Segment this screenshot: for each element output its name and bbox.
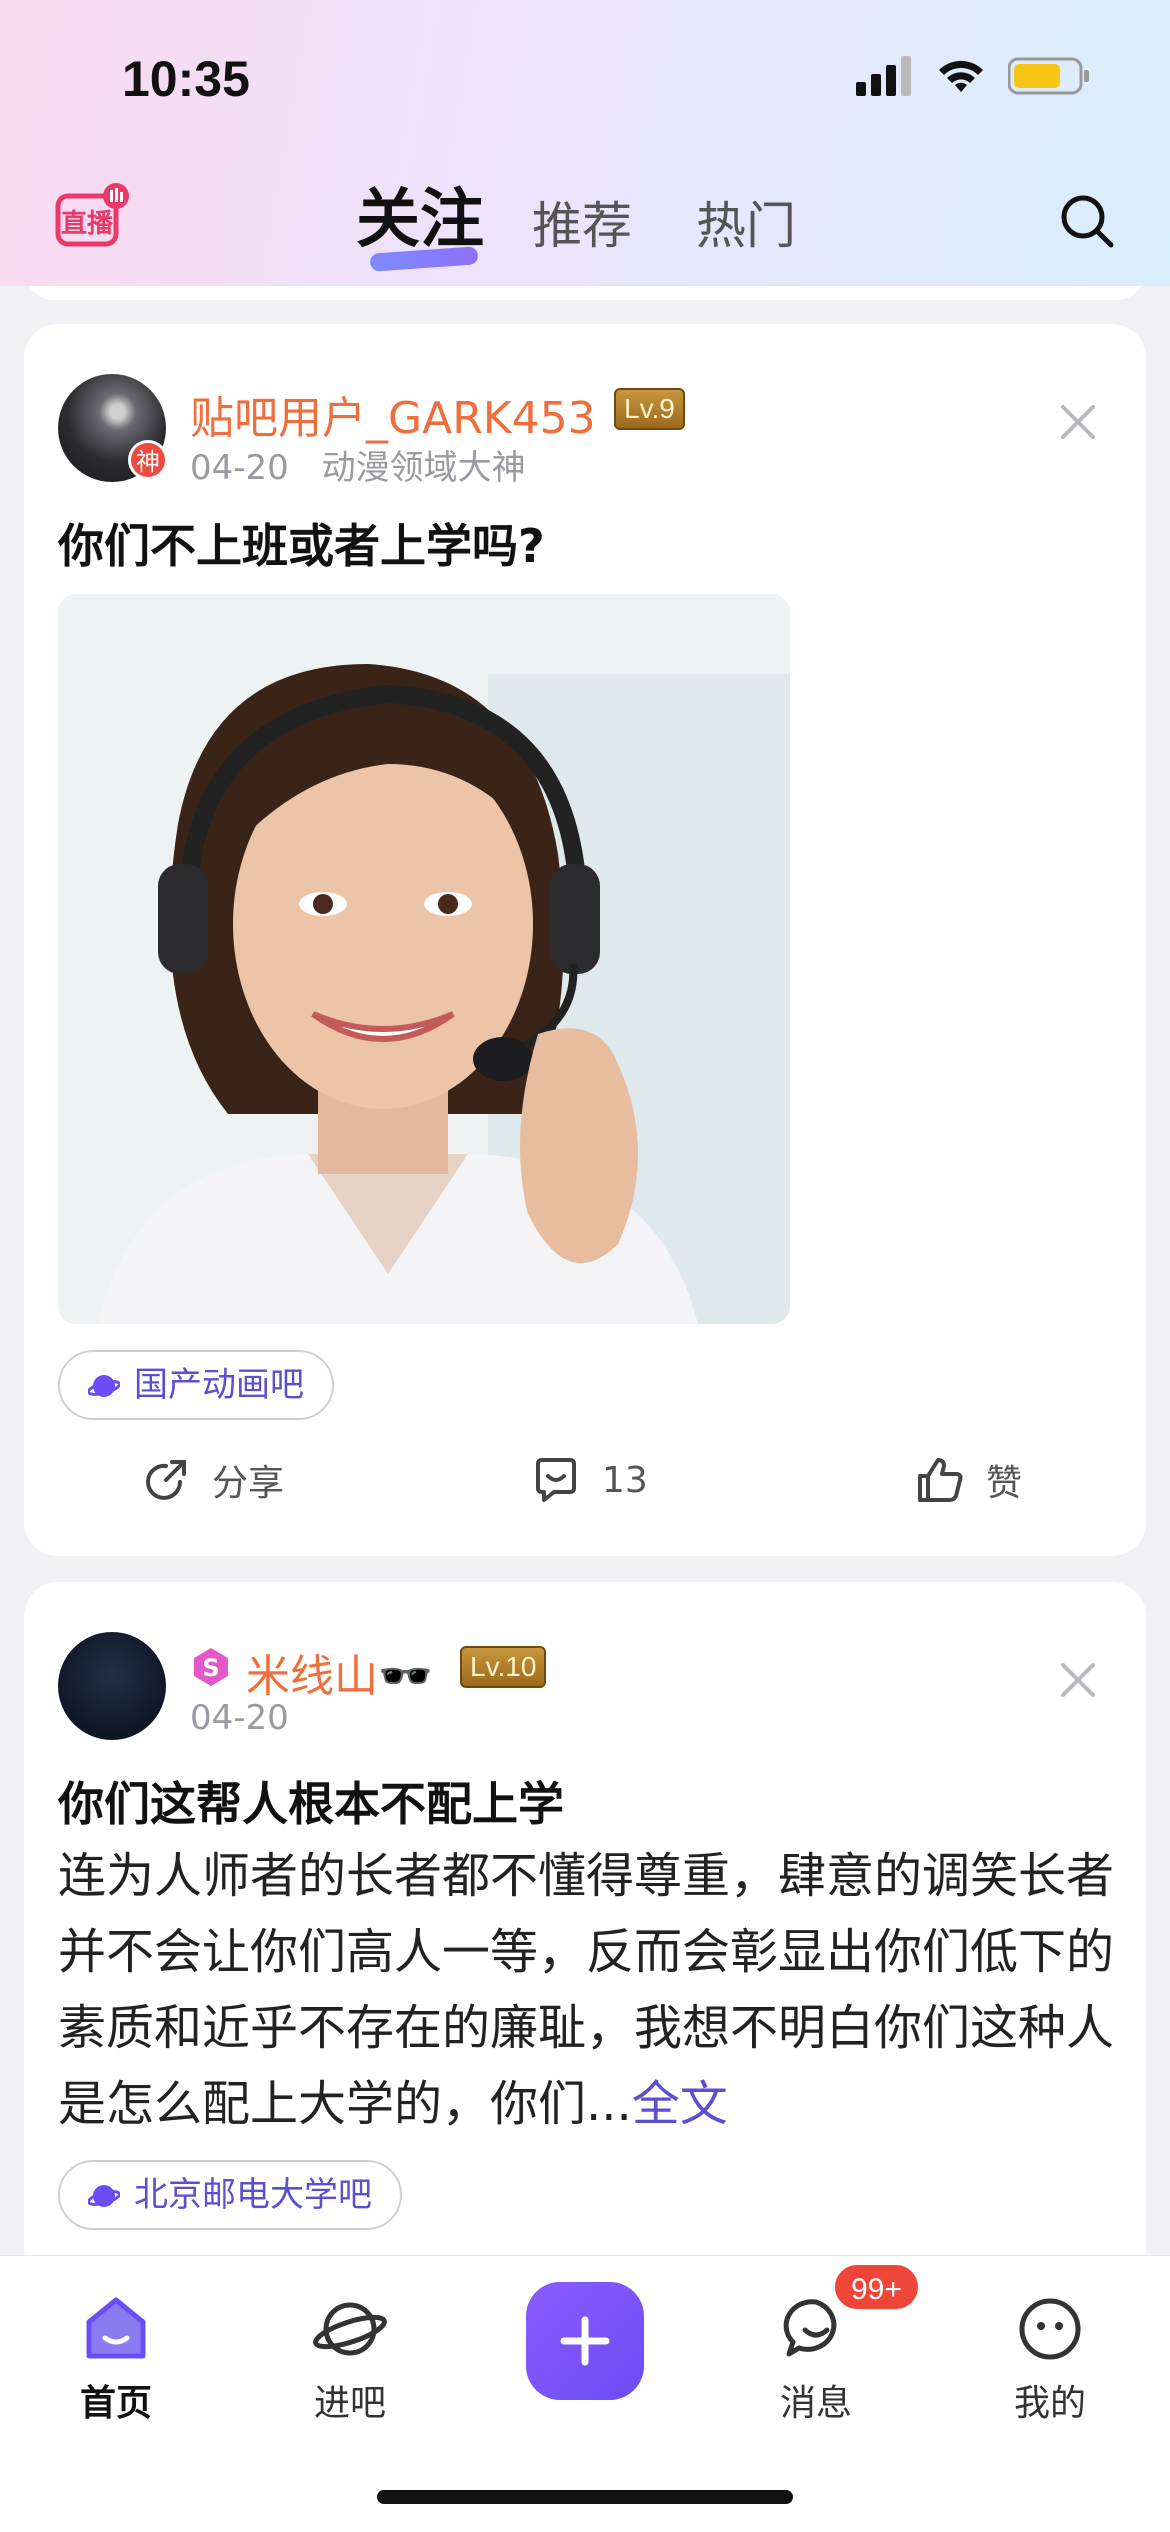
battery-icon [1008,57,1089,95]
svg-text:S: S [202,1654,219,1682]
status-time: 10:35 [122,51,250,107]
post-meta: 04-20 [190,1698,289,1738]
like-label: 赞 [986,1463,1023,1504]
close-icon[interactable] [1058,1660,1098,1700]
forum-tag-label: 北京邮电大学吧 [134,2175,372,2215]
planet-icon [88,2185,120,2207]
nav-forums-label: 进吧 [313,2383,386,2424]
tab-following[interactable]: 关注 [356,180,484,260]
username[interactable]: 贴吧用户_GARK453 [190,382,596,446]
nav-home[interactable]: 首页 [46,2292,186,2426]
post-body-text: 连为人师者的长者都不懂得尊重，肆意的调笑长者并不会让你们高人一等，反而会彰显出你… [58,1848,1115,2132]
status-icons [856,56,1090,96]
vip-s-icon: S [194,1648,228,1686]
level-badge: Lv.9 [614,388,685,430]
create-post-button[interactable] [526,2282,644,2400]
post-date: 04-20 [190,448,289,488]
post-card[interactable]: S 米线山🕶️ Lv.10 04-20 你们这帮人根本不配上学 连为人师者的长者… [24,1582,1146,2282]
thumbs-up-icon [918,1458,963,1502]
like-button[interactable]: 赞 [914,1454,1022,1506]
nav-profile[interactable]: 我的 [980,2292,1120,2426]
close-icon[interactable] [1058,402,1098,442]
post-title[interactable]: 你们不上班或者上学吗? [58,510,545,576]
home-indicator[interactable] [377,2490,793,2504]
god-badge: 神 [128,440,168,480]
level-badge: Lv.10 [460,1646,547,1688]
comment-icon [536,1458,576,1502]
top-header: 10:35 直播 关注 推荐 热门 [0,0,1170,286]
user-title: 动漫领域大神 [321,448,526,488]
comment-button[interactable]: 13 [530,1454,648,1506]
forum-tag[interactable]: 国产动画吧 [58,1350,334,1420]
share-button[interactable]: 分享 [140,1454,284,1506]
tab-recommended[interactable]: 推荐 [532,186,632,266]
nav-forums[interactable]: 进吧 [280,2292,420,2426]
forum-tag-label: 国产动画吧 [134,1365,304,1405]
profile-face-icon [1019,2298,1081,2360]
forum-tag[interactable]: 北京邮电大学吧 [58,2160,402,2230]
nav-profile-label: 我的 [1013,2383,1086,2424]
plus-icon [560,2316,610,2366]
post-date: 04-20 [190,1698,289,1738]
post-card[interactable]: 神 贴吧用户_GARK453 Lv.9 04-20 动漫领域大神 你们不上班或者… [24,324,1146,1556]
share-label: 分享 [212,1463,285,1504]
message-count-badge: 99+ [832,2262,921,2312]
nav-home-label: 首页 [79,2383,152,2424]
post-title[interactable]: 你们这帮人根本不配上学 [58,1768,564,1834]
share-icon [146,1460,186,1500]
wifi-icon [939,60,983,92]
signal-icon [856,56,911,96]
post-image[interactable] [58,594,790,1324]
post-meta: 04-20 动漫领域大神 [190,440,526,489]
feed-tabs: 关注 推荐 热门 [0,180,1170,272]
headset-woman-photo [58,594,790,1324]
planet-icon [88,1375,120,1397]
avatar[interactable] [58,1632,166,1740]
nav-messages-label: 消息 [779,2383,852,2424]
planet-nav-icon [313,2302,387,2356]
home-icon [86,2297,146,2359]
search-icon[interactable] [1058,192,1116,250]
tab-hot[interactable]: 热门 [696,186,796,266]
comment-count: 13 [602,1459,648,1501]
post-body[interactable]: 连为人师者的长者都不懂得尊重，肆意的调笑长者并不会让你们高人一等，反而会彰显出你… [58,1838,1118,2142]
read-more-link[interactable]: 全文 [632,2076,728,2132]
username[interactable]: 米线山🕶️ [246,1640,433,1704]
